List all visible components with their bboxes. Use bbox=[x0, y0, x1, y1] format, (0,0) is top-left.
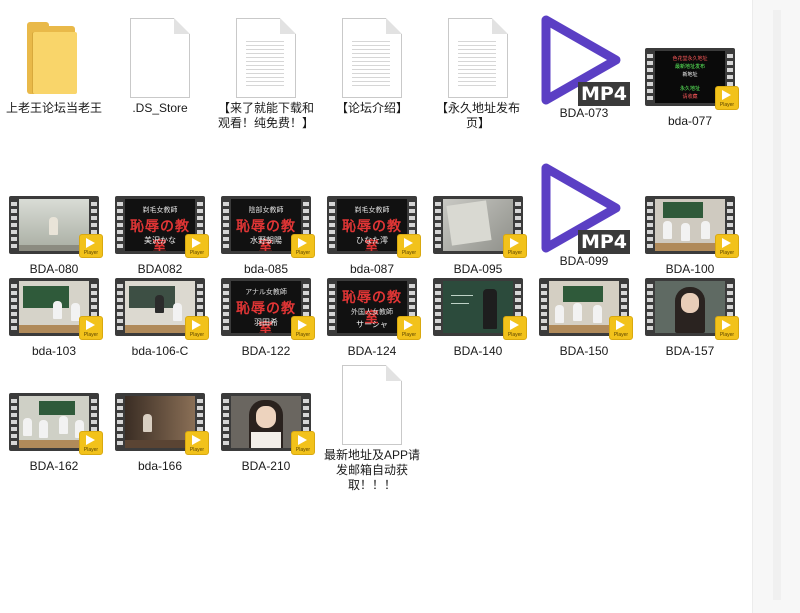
play-badge-icon: Player bbox=[185, 431, 209, 455]
file-item[interactable]: 恥辱の教室 外国人女教師 サーシャ Player BDA-124 bbox=[322, 278, 422, 359]
play-badge-icon: Player bbox=[715, 86, 739, 110]
video-thumbnail-icon: 陰部女教師 恥辱の教室 水野朝陽 Player bbox=[221, 196, 315, 258]
video-thumbnail-icon: Player bbox=[433, 278, 527, 340]
text-file-icon bbox=[236, 18, 296, 98]
file-label: bda-085 bbox=[243, 262, 289, 276]
file-item[interactable]: Player BDA-095 bbox=[428, 196, 528, 277]
file-item[interactable]: MP4 BDA-099 bbox=[534, 160, 634, 269]
play-badge-icon: Player bbox=[291, 234, 315, 258]
file-item[interactable]: Player BDA-140 bbox=[428, 278, 528, 359]
video-thumbnail-icon: Player bbox=[115, 278, 209, 340]
file-label: 最新地址及APP请发邮箱自动获取！！！ bbox=[324, 448, 421, 492]
play-badge-icon: Player bbox=[715, 316, 739, 340]
file-item[interactable]: 最新地址及APP请发邮箱自动获取！！！ bbox=[322, 365, 422, 493]
file-item[interactable]: Player BDA-157 bbox=[640, 278, 740, 359]
play-badge-icon: Player bbox=[79, 234, 103, 258]
video-thumbnail-icon: 剃毛女教師 恥辱の教室 美沢かな Player bbox=[115, 196, 209, 258]
file-item[interactable]: 色花堂永久地址 最新地址发布 新地址 永久地址 请收藏 Player bda-0… bbox=[640, 48, 740, 129]
file-item[interactable]: Player bda-166 bbox=[110, 393, 210, 474]
file-label: 【来了就能下载和观看！纯免费！】 bbox=[218, 101, 315, 130]
file-label: BDA082 bbox=[137, 262, 183, 276]
file-label: BDA-122 bbox=[241, 344, 291, 358]
file-label: BDA-162 bbox=[29, 459, 79, 473]
play-badge-icon: Player bbox=[503, 234, 527, 258]
file-item[interactable]: 【来了就能下载和观看！纯免费！】 bbox=[216, 18, 316, 131]
file-item[interactable]: Player BDA-080 bbox=[4, 196, 104, 277]
scrollbar-thumb[interactable] bbox=[773, 10, 781, 600]
file-label: 【论坛介绍】 bbox=[335, 101, 408, 115]
file-label: 上老王论坛当老王 bbox=[6, 101, 103, 115]
play-badge-icon: Player bbox=[503, 316, 527, 340]
mp4-file-icon: MP4 bbox=[536, 12, 632, 108]
video-thumbnail-icon: Player bbox=[9, 196, 103, 258]
file-label: .DS_Store bbox=[132, 101, 188, 115]
mp4-file-icon: MP4 bbox=[536, 160, 632, 256]
play-badge-icon: Player bbox=[185, 234, 209, 258]
video-thumbnail-icon: Player bbox=[115, 393, 209, 455]
blank-file-icon bbox=[130, 18, 190, 98]
video-thumbnail-icon: Player bbox=[645, 196, 739, 258]
file-label: BDA-100 bbox=[665, 262, 715, 276]
file-item[interactable]: 上老王论坛当老王 bbox=[4, 18, 104, 116]
file-label: BDA-150 bbox=[559, 344, 609, 358]
file-item[interactable]: アナル女教師 恥辱の教室 羽田希 Player BDA-122 bbox=[216, 278, 316, 359]
video-thumbnail-icon: 恥辱の教室 外国人女教師 サーシャ Player bbox=[327, 278, 421, 340]
text-file-icon bbox=[448, 18, 508, 98]
file-label: bda-103 bbox=[31, 344, 77, 358]
play-badge-icon: Player bbox=[715, 234, 739, 258]
play-badge-icon: Player bbox=[79, 431, 103, 455]
file-label: BDA-210 bbox=[241, 459, 291, 473]
file-item[interactable]: 【永久地址发布页】 bbox=[428, 18, 528, 131]
video-thumbnail-icon: Player bbox=[9, 278, 103, 340]
file-label: BDA-124 bbox=[347, 344, 397, 358]
file-item[interactable]: Player BDA-150 bbox=[534, 278, 634, 359]
folder-icon bbox=[23, 18, 85, 98]
file-label: bda-077 bbox=[667, 114, 713, 128]
file-label: BDA-073 bbox=[559, 106, 609, 120]
text-file-icon bbox=[342, 18, 402, 98]
file-item[interactable]: 陰部女教師 恥辱の教室 水野朝陽 Player bda-085 bbox=[216, 196, 316, 277]
file-item[interactable]: Player bda-106-C bbox=[110, 278, 210, 359]
video-thumbnail-icon: Player bbox=[9, 393, 103, 455]
file-label: bda-106-C bbox=[131, 344, 189, 358]
file-item[interactable]: MP4 BDA-073 bbox=[534, 12, 634, 121]
file-label: BDA-095 bbox=[453, 262, 503, 276]
text-file-icon bbox=[342, 365, 402, 445]
video-thumbnail-icon: 色花堂永久地址 最新地址发布 新地址 永久地址 请收藏 Player bbox=[645, 48, 739, 110]
play-badge-icon: Player bbox=[185, 316, 209, 340]
file-item[interactable]: 【论坛介绍】 bbox=[322, 18, 422, 116]
video-thumbnail-icon: Player bbox=[221, 393, 315, 455]
play-badge-icon: Player bbox=[397, 316, 421, 340]
file-label: bda-087 bbox=[349, 262, 395, 276]
file-label: bda-166 bbox=[137, 459, 183, 473]
vertical-scrollbar[interactable] bbox=[752, 0, 800, 613]
file-item[interactable]: Player bda-103 bbox=[4, 278, 104, 359]
video-thumbnail-icon: Player bbox=[645, 278, 739, 340]
file-item[interactable]: Player BDA-100 bbox=[640, 196, 740, 277]
file-label: BDA-140 bbox=[453, 344, 503, 358]
file-item[interactable]: Player BDA-210 bbox=[216, 393, 316, 474]
play-badge-icon: Player bbox=[291, 316, 315, 340]
play-badge-icon: Player bbox=[79, 316, 103, 340]
file-item[interactable]: Player BDA-162 bbox=[4, 393, 104, 474]
file-item[interactable]: 剃毛女教師 恥辱の教室 美沢かな Player BDA082 bbox=[110, 196, 210, 277]
file-label: BDA-157 bbox=[665, 344, 715, 358]
file-label: BDA-080 bbox=[29, 262, 79, 276]
video-thumbnail-icon: Player bbox=[539, 278, 633, 340]
play-badge-icon: Player bbox=[397, 234, 421, 258]
video-thumbnail-icon: アナル女教師 恥辱の教室 羽田希 Player bbox=[221, 278, 315, 340]
file-label: BDA-099 bbox=[559, 254, 609, 268]
file-label: 【永久地址发布页】 bbox=[435, 101, 520, 130]
play-badge-icon: Player bbox=[609, 316, 633, 340]
file-item[interactable]: 剃毛女教師 恥辱の教室 ひなた澪 Player bda-087 bbox=[322, 196, 422, 277]
play-badge-icon: Player bbox=[291, 431, 315, 455]
video-thumbnail-icon: Player bbox=[433, 196, 527, 258]
file-item[interactable]: .DS_Store bbox=[110, 18, 210, 116]
video-thumbnail-icon: 剃毛女教師 恥辱の教室 ひなた澪 Player bbox=[327, 196, 421, 258]
